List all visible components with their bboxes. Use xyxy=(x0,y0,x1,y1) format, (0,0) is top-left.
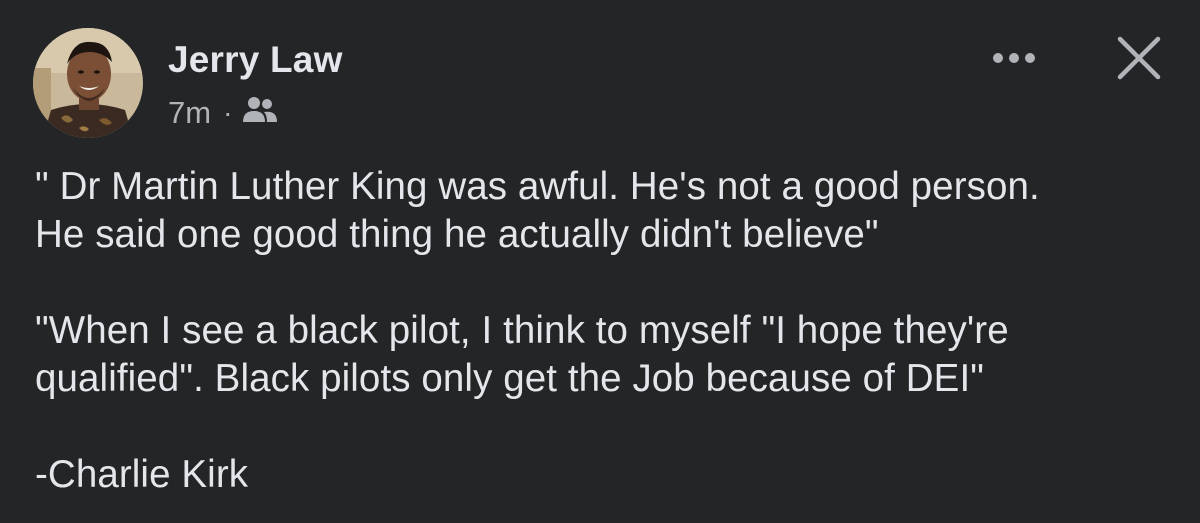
avatar-photo xyxy=(33,28,143,138)
more-options-button[interactable] xyxy=(985,36,1043,80)
friends-icon[interactable] xyxy=(242,96,278,132)
post-time[interactable]: 7m xyxy=(168,95,211,131)
quote-paragraph-2: "When I see a black pilot, I think to my… xyxy=(35,309,1009,400)
author-name[interactable]: Jerry Law xyxy=(168,39,343,81)
avatar[interactable] xyxy=(33,28,143,138)
meta-separator: · xyxy=(223,97,233,128)
close-icon xyxy=(1117,36,1161,80)
close-button[interactable] xyxy=(1108,27,1170,89)
post-meta: 7m · xyxy=(168,93,278,133)
more-options-icon xyxy=(993,53,1035,63)
post-card: Jerry Law 7m · " Dr Martin Luther King w… xyxy=(0,0,1200,523)
post-body: " Dr Martin Luther King was awful. He's … xyxy=(35,163,1175,499)
attribution: -Charlie Kirk xyxy=(35,453,249,496)
quote-paragraph-1: " Dr Martin Luther King was awful. He's … xyxy=(35,165,1040,256)
